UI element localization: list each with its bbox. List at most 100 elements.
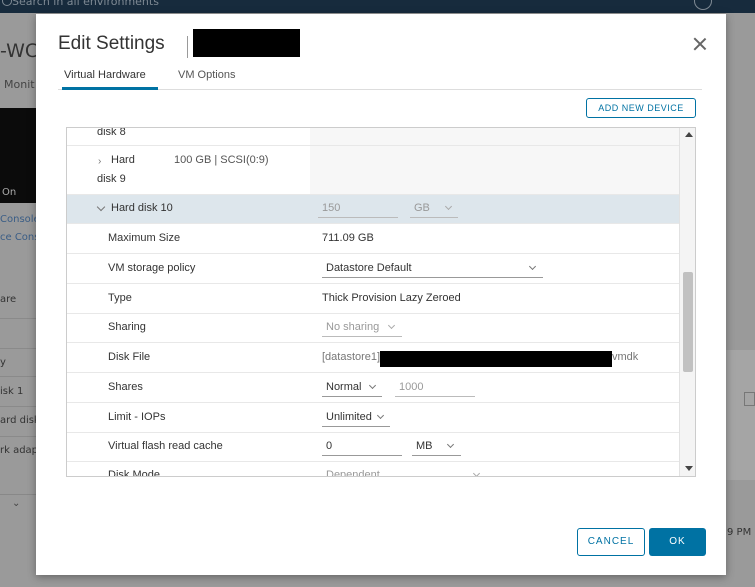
disk-size-unit-select[interactable]: GB: [410, 200, 458, 218]
global-search-input: Search in all environments: [12, 0, 159, 8]
redacted-disk-path: [380, 351, 612, 367]
property-row-limit-iops: Limit - IOPs Unlimited: [67, 403, 679, 433]
property-label: VM storage policy: [108, 262, 196, 274]
property-row-type: Type Thick Provision Lazy Zeroed: [67, 284, 679, 314]
property-label: Shares: [108, 381, 143, 393]
list-item: y: [0, 357, 6, 368]
datastore-prefix: [datastore1]: [322, 351, 381, 363]
property-label: Virtual flash read cache: [108, 440, 223, 452]
property-row-sharing: Sharing No sharing: [67, 314, 679, 343]
edit-settings-dialog: Edit Settings Virtual Hardware VM Option…: [36, 14, 726, 575]
property-value: Thick Provision Lazy Zeroed: [322, 292, 461, 304]
timestamp: 9 PM: [727, 527, 752, 538]
select-value: MB: [416, 440, 433, 452]
file-extension: vmdk: [612, 351, 639, 363]
hardware-section-heading: are: [0, 294, 17, 305]
chevron-right-icon[interactable]: ›: [98, 156, 101, 167]
scroll-up-icon[interactable]: [685, 132, 693, 137]
divider: [0, 406, 36, 407]
chevron-down-icon: ⌄: [12, 498, 21, 509]
chevron-down-icon: [472, 469, 481, 476]
disk-file-path: [datastore1] vmdk: [322, 351, 652, 367]
property-label: Sharing: [108, 321, 146, 333]
property-row-max-size: Maximum Size 711.09 GB: [67, 224, 679, 254]
chevron-down-icon: [446, 440, 455, 449]
property-label: Type: [108, 292, 132, 304]
disk-mode-select[interactable]: Dependent: [322, 467, 487, 477]
chevron-down-icon: [368, 381, 377, 390]
device-row-hard-disk-8: disk 8: [67, 128, 679, 146]
device-list: disk 8 › Hard 100 GB | SCSI(0:9) disk 9 …: [67, 128, 679, 477]
close-icon[interactable]: [692, 36, 708, 52]
background-panel: [726, 350, 755, 480]
device-row-hard-disk-10[interactable]: Hard disk 10 150 GB: [67, 195, 679, 224]
property-label: Disk Mode: [108, 469, 160, 477]
shares-select[interactable]: Normal: [322, 379, 382, 397]
title-separator: [187, 36, 188, 58]
divider: [0, 436, 36, 437]
disk-size-input[interactable]: 150: [318, 200, 398, 218]
shares-amount-input[interactable]: 1000: [395, 379, 475, 397]
property-label: Disk File: [108, 351, 151, 363]
limit-iops-select[interactable]: Unlimited: [322, 409, 390, 427]
property-row-storage-policy: VM storage policy Datastore Default: [67, 254, 679, 284]
add-new-device-button[interactable]: ADD NEW DEVICE: [586, 98, 696, 118]
divider: [0, 376, 36, 377]
divider: [0, 348, 36, 349]
tab-monitor: Monit: [4, 78, 35, 91]
divider: [0, 318, 36, 319]
device-summary: 100 GB | SCSI(0:9): [174, 154, 269, 166]
select-value: Normal: [326, 381, 362, 393]
tab-virtual-hardware[interactable]: Virtual Hardware: [62, 69, 158, 90]
select-value: Datastore Default: [326, 262, 412, 274]
select-value: Unlimited: [326, 411, 372, 423]
tab-vm-options[interactable]: VM Options: [178, 69, 248, 90]
row-value-area: [310, 128, 679, 145]
chevron-down-icon: [387, 321, 396, 330]
vm-title: -WC: [0, 40, 39, 62]
chevron-down-icon: [528, 262, 537, 271]
property-row-disk-file: Disk File [datastore1] vmdk: [67, 343, 679, 373]
select-value: GB: [414, 202, 430, 214]
chevron-down-icon[interactable]: [96, 202, 106, 212]
sharing-select[interactable]: No sharing: [322, 319, 402, 337]
launch-web-console-link: Console: [0, 214, 40, 225]
ok-button[interactable]: OK: [649, 528, 706, 556]
scrollbar-thumb[interactable]: [683, 272, 693, 372]
property-value: 711.09 GB: [322, 232, 374, 244]
background-box: [744, 392, 755, 406]
dialog-tabs: Virtual Hardware VM Options: [58, 69, 702, 90]
launch-remote-console-link: ce Cons: [0, 232, 40, 243]
select-value: Dependent: [326, 469, 380, 477]
top-bar: Search in all environments: [0, 0, 755, 13]
select-value: No sharing: [326, 321, 380, 333]
flash-cache-unit-select[interactable]: MB: [412, 438, 461, 456]
row-value-area: [310, 146, 679, 194]
power-state: On: [2, 187, 17, 198]
list-item: ard disk: [0, 415, 40, 426]
flash-cache-input[interactable]: 0: [322, 438, 402, 456]
virtual-hardware-grid: disk 8 › Hard 100 GB | SCSI(0:9) disk 9 …: [66, 127, 696, 477]
search-icon: [2, 0, 12, 6]
property-label: Limit - IOPs: [108, 411, 166, 423]
property-label: Maximum Size: [108, 232, 181, 244]
property-row-disk-mode: Disk Mode Dependent: [67, 462, 679, 477]
device-label: Hard disk 10: [111, 202, 173, 214]
dialog-title: Edit Settings: [58, 33, 165, 54]
cancel-button[interactable]: CANCEL: [577, 528, 645, 556]
list-item: isk 1: [0, 386, 24, 397]
storage-policy-select[interactable]: Datastore Default: [322, 260, 543, 278]
redacted-vm-name: [193, 29, 300, 57]
vertical-scrollbar[interactable]: [679, 128, 695, 476]
list-item: rk adap: [0, 445, 39, 456]
device-label: disk 8: [97, 128, 126, 138]
user-icon: [694, 0, 712, 10]
scroll-down-icon[interactable]: [685, 466, 693, 471]
device-label: Hard: [111, 154, 135, 166]
chevron-down-icon: [444, 202, 453, 211]
property-row-shares: Shares Normal 1000: [67, 373, 679, 403]
device-row-hard-disk-9[interactable]: › Hard 100 GB | SCSI(0:9) disk 9: [67, 146, 679, 195]
device-label-tail: disk 9: [97, 173, 126, 185]
property-row-flash-cache: Virtual flash read cache 0 MB: [67, 433, 679, 462]
chevron-down-icon: [376, 411, 385, 420]
